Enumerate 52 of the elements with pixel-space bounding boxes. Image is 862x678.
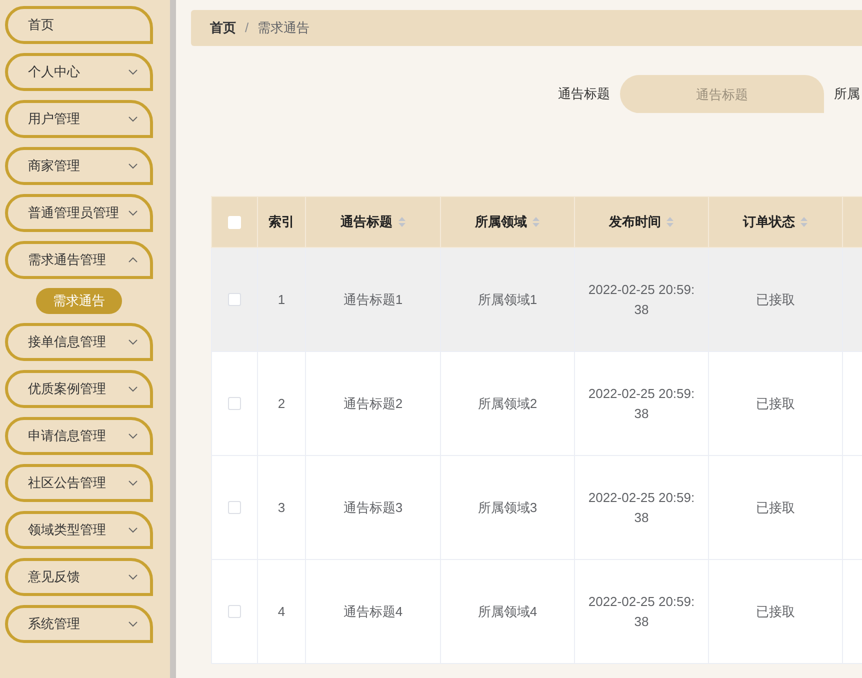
menu-item[interactable]: 系统管理 xyxy=(5,605,153,643)
table-cell: 所属领域3 xyxy=(478,500,538,515)
checkbox[interactable] xyxy=(228,397,241,410)
table-cell: 2022-02-25 20:59:38 xyxy=(588,282,695,316)
table-cell: 所属领域2 xyxy=(478,396,538,411)
table-cell: 2022-02-25 20:59:38 xyxy=(588,594,695,628)
table-cell: 已接取 xyxy=(756,604,795,619)
menu-item[interactable]: 个人中心 xyxy=(5,53,153,91)
table-cell: 已接取 xyxy=(756,292,795,307)
sort-icon xyxy=(398,216,406,228)
breadcrumb-link[interactable]: 首页 xyxy=(210,18,236,38)
menu-item[interactable]: 商家管理 xyxy=(5,147,153,185)
column-header[interactable]: 通告标题 xyxy=(340,212,392,232)
table-cell: 通告标题2 xyxy=(343,396,403,411)
search-field[interactable]: 通告标题 xyxy=(620,75,824,113)
menu-item[interactable]: 用户管理 xyxy=(5,100,153,138)
menu-item[interactable]: 优质案例管理 xyxy=(5,370,153,408)
table-cell: 已接取 xyxy=(756,396,795,411)
table-cell: 已接取 xyxy=(756,500,795,515)
search-label: 所属 xyxy=(834,85,860,104)
table-cell: 所属领域1 xyxy=(478,292,538,307)
table-cell: 1 xyxy=(278,292,286,307)
menu-item[interactable]: 需求通告管理 xyxy=(5,241,153,279)
sort-icon xyxy=(800,216,808,228)
column-header[interactable]: 发布时间 xyxy=(609,212,661,232)
breadcrumb-separator: / xyxy=(245,19,249,38)
table-cell: 通告标题3 xyxy=(343,500,403,515)
menu-item[interactable]: 首页 xyxy=(5,6,153,44)
menu-item[interactable]: 社区公告管理 xyxy=(5,464,153,502)
column-header[interactable]: 订单状态 xyxy=(743,212,795,232)
menu-item[interactable]: 意见反馈 xyxy=(5,558,153,596)
table-cell: 2022-02-25 20:59:38 xyxy=(588,490,695,524)
table-cell: 4 xyxy=(278,604,286,619)
table-cell: 2 xyxy=(278,396,286,411)
table-cell: 3 xyxy=(278,500,286,515)
checkbox[interactable] xyxy=(228,501,241,514)
table-cell: 通告标题1 xyxy=(343,292,403,307)
table-cell: 所属领域4 xyxy=(478,604,538,619)
breadcrumb-link[interactable]: 需求通告 xyxy=(258,18,310,38)
menu-item[interactable]: 普通管理员管理 xyxy=(5,194,153,232)
menu-item[interactable]: 领域类型管理 xyxy=(5,511,153,549)
checkbox[interactable] xyxy=(228,216,241,228)
column-header[interactable]: 所属领域 xyxy=(475,212,527,232)
table-cell: 通告标题4 xyxy=(343,604,403,619)
search-label: 通告标题 xyxy=(558,85,610,104)
menu-item[interactable]: 申请信息管理 xyxy=(5,417,153,455)
checkbox[interactable] xyxy=(228,293,241,306)
sort-icon xyxy=(666,216,674,228)
menu-item[interactable]: 接单信息管理 xyxy=(5,323,153,361)
checkbox[interactable] xyxy=(228,605,241,618)
sort-icon xyxy=(532,216,540,228)
table-cell: 2022-02-25 20:59:38 xyxy=(588,386,695,420)
